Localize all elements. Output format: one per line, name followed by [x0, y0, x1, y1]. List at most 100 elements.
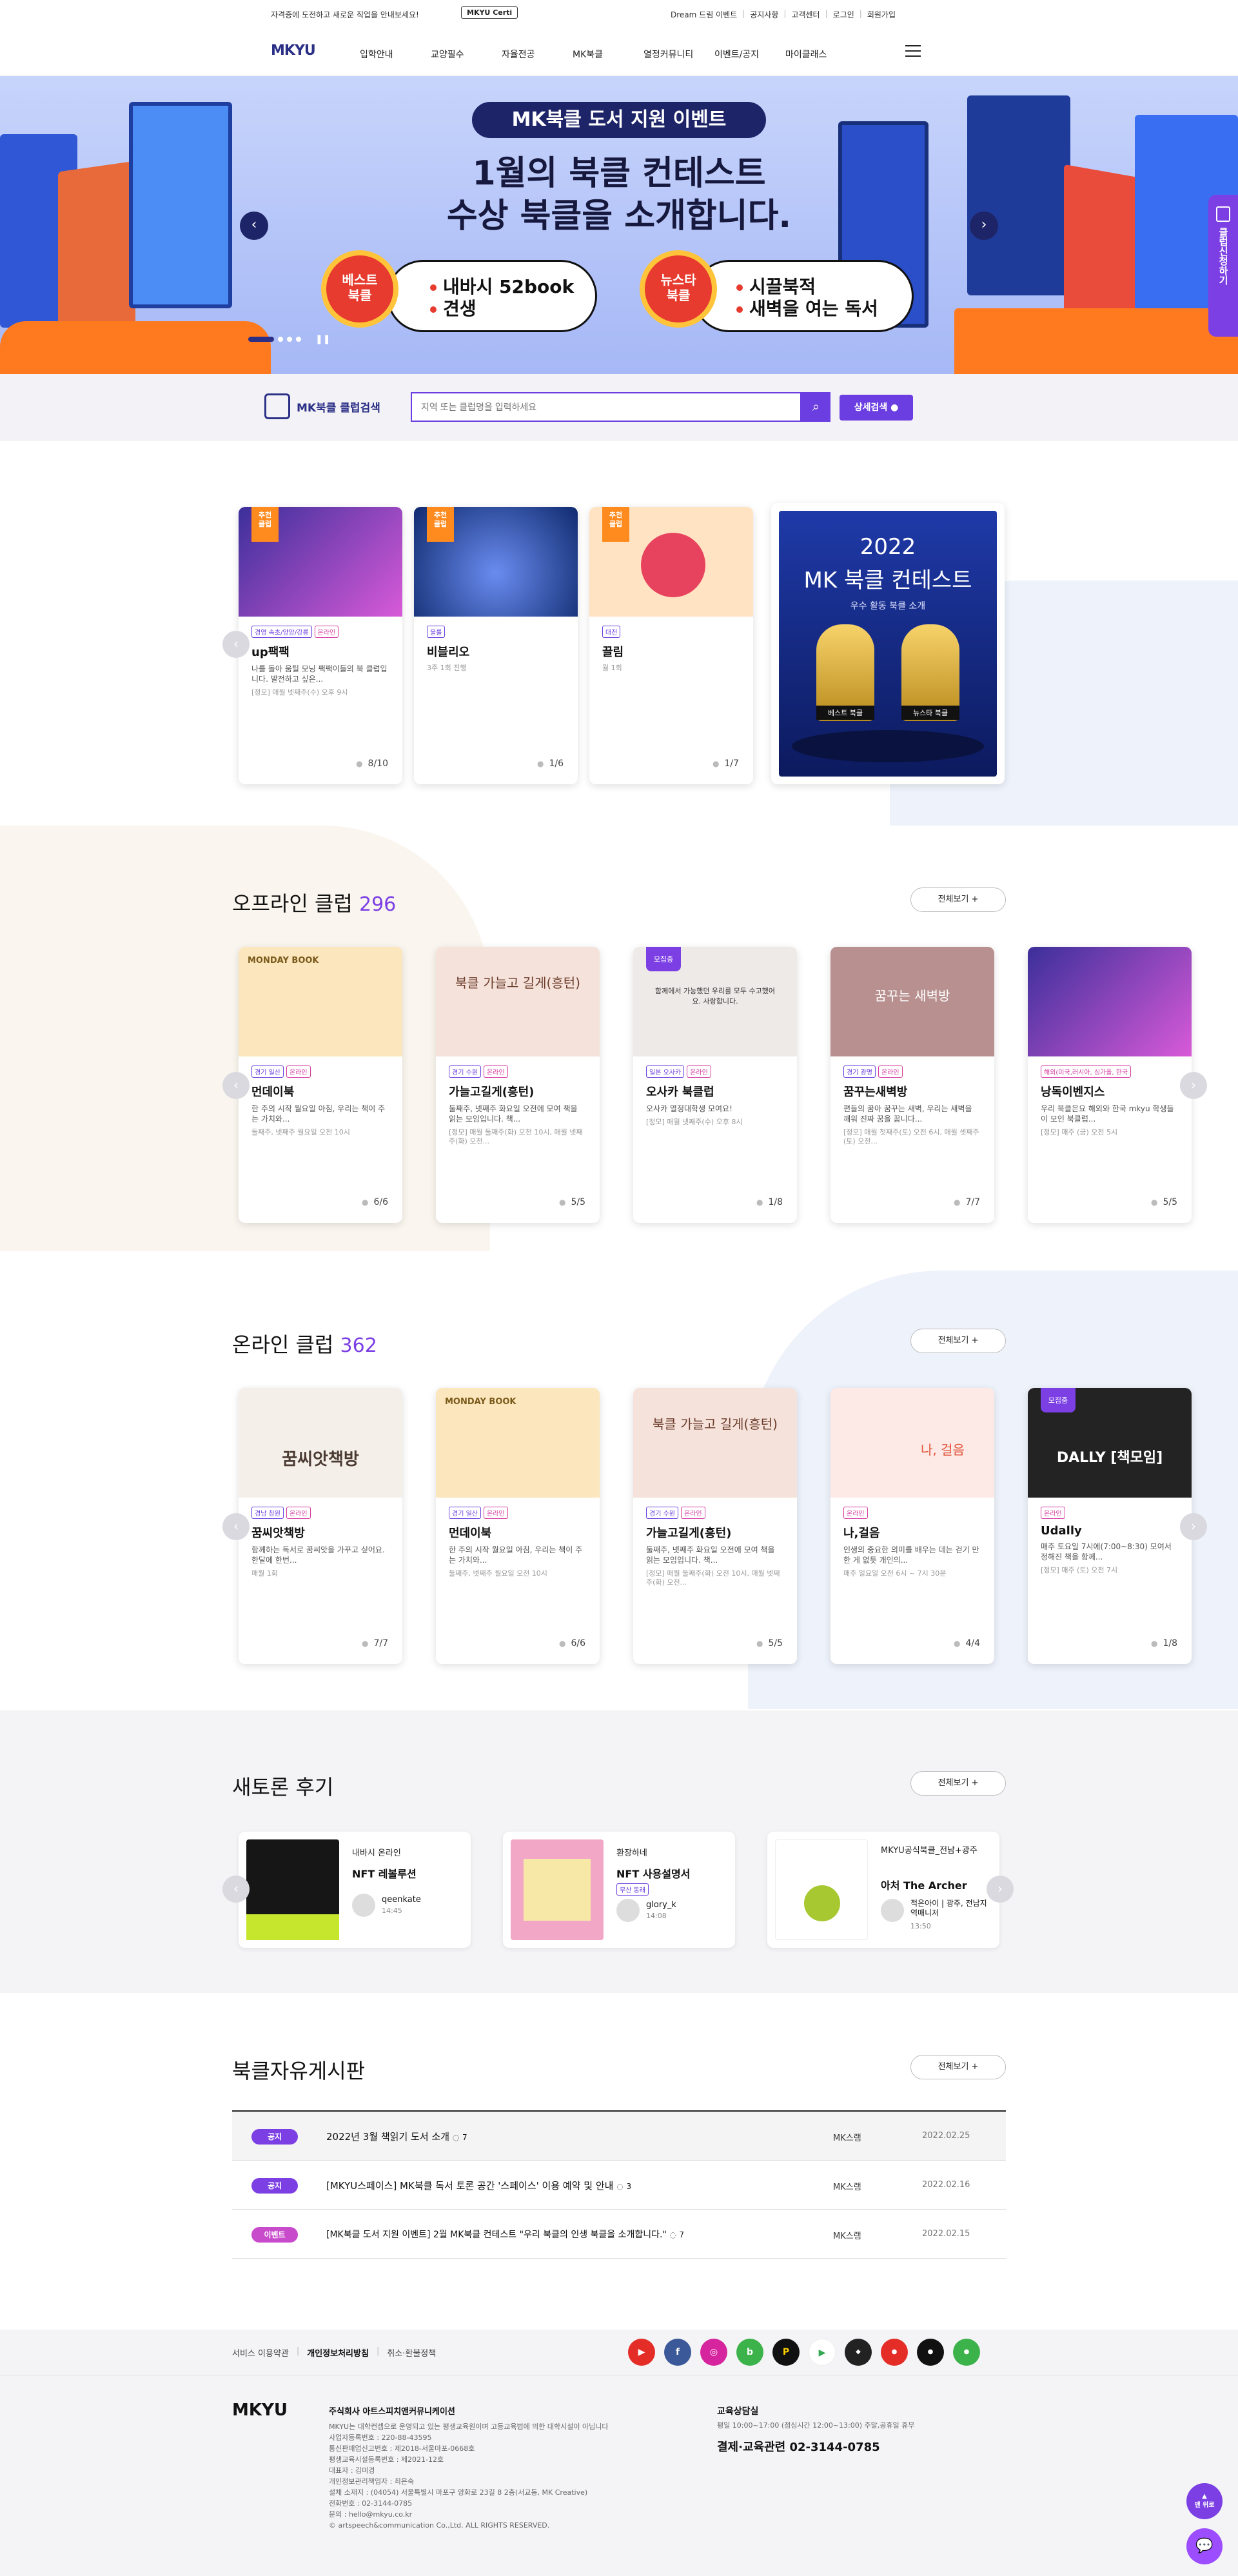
club-card[interactable]: 해외(미국,러시아, 싱가폴, 한국 낭독이벤지스 우리 북클은요 해외와 한국… [1028, 947, 1192, 1223]
login-link[interactable]: 로그인 [833, 9, 854, 20]
reviews-prev-arrow-icon[interactable]: ‹ [222, 1876, 250, 1903]
document-icon [1216, 206, 1230, 222]
board-row[interactable]: 공지 2022년 3월 책읽기 도서 소개 ◌ 7 MK스램 2022.02.2… [232, 2112, 1006, 2161]
recommended-club-card[interactable]: 추천 클럽 대전 끌림 월 1회 1/7 [589, 507, 753, 784]
notice-link[interactable]: 공지사항 [750, 9, 778, 20]
board-row[interactable]: 이벤트 [MK북클 도서 지원 이벤트] 2월 MK북클 컨테스트 "우리 북클… [232, 2210, 1006, 2259]
best-medal-icon: 베스트 북클 [321, 250, 398, 328]
naver-blog-icon[interactable]: b [736, 2339, 763, 2366]
reviews-next-arrow-icon[interactable]: › [987, 1876, 1014, 1903]
avatar [616, 1899, 640, 1922]
club-icon[interactable]: ● [953, 2339, 980, 2366]
member-count: 1/8 [1151, 1638, 1177, 1649]
board-row[interactable]: 공지 [MKYU스페이스] MK북클 독서 토론 공간 '스페이스' 이용 예약… [232, 2161, 1006, 2210]
customer-center-link[interactable]: 고객센터 [791, 9, 820, 20]
recommended-club-card[interactable]: 추천 클럽 경영 속초/양양/강릉 온라인 up팩팩 나를 돌아 움틸 모닝 팩팩… [239, 507, 402, 784]
logo[interactable]: MKYU [271, 43, 316, 59]
club-image-text: 나, 걸음 [921, 1442, 965, 1458]
refund-link[interactable]: 취소·환불정책 [387, 2346, 436, 2359]
terms-link[interactable]: 서비스 이용약관 [232, 2346, 289, 2359]
post-date: 2022.02.15 [922, 2229, 970, 2239]
club-card[interactable]: 북클 가늘고 길게(흥턴) 경기 수원 온라인 가늘고길게(흥턴) 둘째주, 넷째… [436, 947, 600, 1223]
channel-icon[interactable]: ● [881, 2339, 908, 2366]
pager-dot[interactable] [278, 337, 283, 342]
nav-item-events[interactable]: 이벤트/공지 [714, 48, 785, 61]
facebook-icon[interactable]: f [664, 2339, 691, 2366]
review-card[interactable]: MKYU공식북클_전남+광주 아처 The Archer 적은아이 | 광주, … [767, 1832, 999, 1948]
club-search-input[interactable] [411, 392, 801, 422]
review-card[interactable]: 내바시 온라인 NFT 레볼루션 qeenkate 14:45 [239, 1832, 471, 1948]
app-store-icon[interactable]: ◆ [845, 2339, 872, 2366]
advanced-search-button[interactable]: 상세검색 ● [840, 395, 913, 421]
club-desc: 인생의 중요한 의미를 배우는 데는 걷기 만한 게 없듯 개인의... [843, 1545, 979, 1565]
online-prev-arrow-icon[interactable]: ‹ [222, 1513, 250, 1540]
menu-icon[interactable] [905, 45, 921, 57]
search-icon[interactable]: ⌕ [801, 392, 830, 422]
pager-dot[interactable] [287, 337, 292, 342]
club-name: 먼데이북 [251, 1085, 295, 1099]
recommended-prev-arrow-icon[interactable]: ‹ [222, 631, 250, 658]
footer-links: 서비스 이용약관 | 개인정보처리방침 | 취소·환불정책 [232, 2346, 437, 2359]
reviews-view-all-button[interactable]: 전체보기 + [910, 1771, 1006, 1796]
nav-item-elective[interactable]: 자율전공 [502, 48, 573, 61]
club-desc: 편들의 꿈아 꿈꾸는 새벽, 우리는 새벽을 깨워 진짜 꿈을 꿉니다... [843, 1104, 972, 1124]
hero-prev-arrow-icon[interactable]: ‹ [240, 212, 268, 240]
nav-item-required[interactable]: 교양필수 [431, 48, 502, 61]
club-image: MONDAY BOOK [239, 947, 402, 1056]
scroll-top-button[interactable]: ▲ 맨 위로 [1186, 2483, 1223, 2519]
club-card[interactable]: 나, 걸음 온라인 나,걸음 인생의 중요한 의미를 배우는 데는 걷기 만한 … [830, 1388, 994, 1664]
info-line: 개인정보관리책임자 : 최은숙 [329, 2477, 415, 2486]
pager-dot-active[interactable] [248, 337, 274, 342]
instagram-icon[interactable]: ◎ [700, 2339, 727, 2366]
community-icon[interactable]: ● [917, 2339, 944, 2366]
offline-prev-arrow-icon[interactable]: ‹ [222, 1072, 250, 1099]
club-card[interactable]: MONDAY BOOK 경기 일산 온라인 먼데이북 한 주의 시작 월요일 아침… [239, 947, 402, 1223]
nav-item-admission[interactable]: 입학안내 [360, 48, 431, 61]
offline-title: 오프라인 클럽 [232, 891, 353, 916]
book-illustration [954, 308, 1238, 374]
online-view-all-button[interactable]: 전체보기 + [910, 1329, 1006, 1353]
board-view-all-button[interactable]: 전체보기 + [910, 2055, 1006, 2079]
member-count: 5/5 [756, 1638, 783, 1649]
club-card[interactable]: 꿈씨앗책방 경남 창원 온라인 꿈씨앗책방 함께하는 독서로 꿈씨앗을 가꾸고 싶… [239, 1388, 402, 1664]
dream-event-link[interactable]: Dream 드림 이벤트 [671, 9, 737, 20]
offline-next-arrow-icon[interactable]: › [1180, 1072, 1207, 1099]
certi-button[interactable]: MKYU Certi [461, 6, 518, 19]
online-next-arrow-icon[interactable]: › [1180, 1513, 1207, 1540]
privacy-link[interactable]: 개인정보처리방침 [307, 2346, 369, 2359]
contest-banner-card[interactable]: 2022 MK 북클 컨테스트 우수 활동 북클 소개 베스트 북클 뉴스타 북… [771, 503, 1005, 784]
nav-item-community[interactable]: 열정커뮤니티 [644, 48, 714, 61]
hero-next-arrow-icon[interactable]: › [970, 212, 998, 240]
offline-view-all-button[interactable]: 전체보기 + [910, 887, 1006, 912]
member-count: 5/5 [1151, 1197, 1177, 1207]
club-card[interactable]: 꿈꾸는 새벽방 경기 광명 온라인 꿈꾸는새벽방 편들의 꿈아 꿈꾸는 새벽, 우… [830, 947, 994, 1223]
club-card[interactable]: 북클 가늘고 길게(흥턴) 경기 수원 온라인 가늘고길게(흥턴) 둘째주, 넷째… [633, 1388, 797, 1664]
club-apply-side-button[interactable]: 클럽신청하기 [1208, 195, 1238, 337]
podcast-icon[interactable]: P [772, 2339, 800, 2366]
hero-banner[interactable]: MK북클 도서 지원 이벤트 1월의 북클 컨테스트 수상 북클을 소개합니다.… [0, 76, 1238, 374]
review-time: 14:45 [382, 1907, 402, 1915]
youtube-icon[interactable]: ▶ [628, 2339, 655, 2366]
signup-link[interactable]: 회원가입 [867, 9, 896, 20]
club-card[interactable]: 함께에서 가능했던 우리를 모두 수고했어요. 사랑합니다. 모집중 일본 오사카… [633, 947, 797, 1223]
club-search-bar: MK북클 클럽검색 ⌕ 상세검색 ● [0, 374, 1238, 441]
club-schedule: 월 1회 [602, 664, 622, 672]
offline-section-title: 오프라인 클럽 296 [232, 887, 396, 917]
club-desc: 매주 토요일 7시에(7:00~8:30) 모여서 정해진 책을 함께... [1041, 1542, 1172, 1561]
review-thumbnail [511, 1839, 604, 1940]
nav-item-mkbookclub[interactable]: MK북클 [573, 48, 644, 61]
chat-icon[interactable]: 💬 [1186, 2528, 1223, 2564]
review-card[interactable]: 환장하네 NFT 사용설명서 무산 동래 glory_k 14:08 [503, 1832, 735, 1948]
club-image: 추천 클럽 [239, 507, 402, 617]
google-play-icon[interactable]: ▶ [809, 2339, 836, 2366]
club-image: 나, 걸음 [830, 1388, 994, 1498]
pause-icon[interactable]: ❚❚ [315, 334, 330, 344]
best-item-2: 견생 [443, 298, 477, 319]
review-club: 환장하네 [616, 1848, 647, 1858]
recommend-ribbon: 추천 클럽 [251, 507, 279, 542]
club-card[interactable]: MONDAY BOOK 경기 일산 온라인 먼데이북 한 주의 시작 월요일 아침… [436, 1388, 600, 1664]
nav-item-myclass[interactable]: 마이클래스 [785, 48, 856, 61]
club-card[interactable]: DALLY [책모임] 모집중 온라인 Udally 매주 토요일 7시에(7:0… [1028, 1388, 1192, 1664]
recommended-club-card[interactable]: 추천 클럽 울룰 비블리오 3주 1회 진행 1/6 [414, 507, 578, 784]
pager-dot[interactable] [296, 337, 301, 342]
